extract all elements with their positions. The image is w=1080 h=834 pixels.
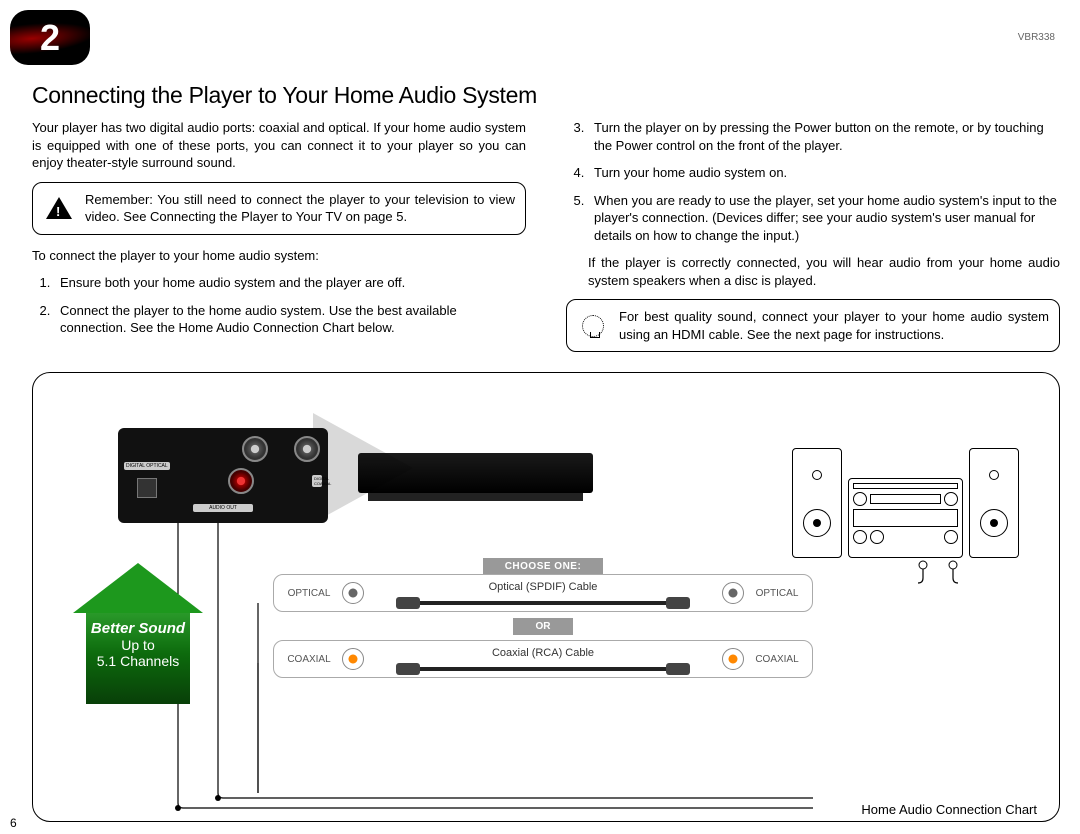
player-back-panel: DIGITAL OPTICAL DIGITAL COAXIAL AUDIO OU… <box>118 428 328 523</box>
label-digital-optical: DIGITAL OPTICAL <box>124 462 170 470</box>
optical-label-right: OPTICAL <box>752 588 802 599</box>
step-4: Turn your home audio system on. <box>588 164 1060 182</box>
coaxial-label-left: COAXIAL <box>284 654 334 665</box>
step-3: Turn the player on by pressing the Power… <box>588 119 1060 154</box>
optical-port <box>137 478 157 498</box>
step-2: Connect the player to the home audio sys… <box>54 302 526 337</box>
chooser-or: OR <box>513 618 573 635</box>
speaker-right <box>969 448 1019 558</box>
reminder-box: Remember: You still need to connect the … <box>32 182 526 235</box>
steps-list-left: Ensure both your home audio system and t… <box>54 274 526 337</box>
lightbulb-icon <box>579 312 607 340</box>
optical-port-right <box>722 582 744 604</box>
zoom-triangle <box>313 413 413 523</box>
label-audio-out: AUDIO OUT <box>193 504 253 512</box>
badge-line1: Better Sound <box>90 620 186 637</box>
coaxial-port-left <box>342 648 364 670</box>
tip-box: For best quality sound, connect your pla… <box>566 299 1060 352</box>
optical-label-left: OPTICAL <box>284 588 334 599</box>
page-title: Connecting the Player to Your Home Audio… <box>32 82 1060 109</box>
rca-jack-red <box>228 468 254 494</box>
optical-port-left <box>342 582 364 604</box>
speaker-left <box>792 448 842 558</box>
intro-paragraph: Your player has two digital audio ports:… <box>32 119 526 172</box>
coaxial-cable-row: COAXIAL Coaxial (RCA) Cable COAXIAL <box>273 640 813 678</box>
column-left: Your player has two digital audio ports:… <box>32 119 526 364</box>
chapter-tab: 2 <box>10 10 90 65</box>
steps-list-right: Turn the player on by pressing the Power… <box>588 119 1060 244</box>
coaxial-port-right <box>722 648 744 670</box>
chooser-header: CHOOSE ONE: <box>483 558 603 575</box>
badge-line2: Up to <box>90 637 186 653</box>
steps-lead-in: To connect the player to your home audio… <box>32 247 526 265</box>
home-audio-system <box>792 448 1019 558</box>
step-1: Ensure both your home audio system and t… <box>54 274 526 292</box>
diagram-caption: Home Audio Connection Chart <box>855 802 1043 817</box>
step-5: When you are ready to use the player, se… <box>588 192 1060 245</box>
coaxial-label-right: COAXIAL <box>752 654 802 665</box>
chapter-number: 2 <box>40 17 60 59</box>
rca-jack-white <box>242 436 268 462</box>
coaxial-jack <box>294 436 320 462</box>
av-receiver <box>848 478 963 558</box>
cable-chooser: CHOOSE ONE: OPTICAL Optical (SPDIF) Cabl… <box>273 558 813 678</box>
reminder-text: Remember: You still need to connect the … <box>85 191 515 226</box>
connection-diagram: DIGITAL OPTICAL DIGITAL COAXIAL AUDIO OU… <box>32 372 1060 822</box>
result-paragraph: If the player is correctly connected, yo… <box>588 254 1060 289</box>
better-sound-badge: Better Sound Up to 5.1 Channels <box>73 563 203 704</box>
label-digital-coaxial: DIGITAL COAXIAL <box>312 475 322 487</box>
two-column-body: Your player has two digital audio ports:… <box>32 119 1060 364</box>
optical-cable-row: OPTICAL Optical (SPDIF) Cable OPTICAL <box>273 574 813 612</box>
column-right: Turn the player on by pressing the Power… <box>566 119 1060 364</box>
badge-line3: 5.1 Channels <box>90 653 186 669</box>
coaxial-cable: Coaxial (RCA) Cable <box>372 647 714 671</box>
optical-cable: Optical (SPDIF) Cable <box>372 581 714 605</box>
tip-text: For best quality sound, connect your pla… <box>619 308 1049 343</box>
model-code: VBR338 <box>1018 32 1055 43</box>
warning-icon <box>45 194 73 222</box>
page-number: 6 <box>10 816 17 830</box>
